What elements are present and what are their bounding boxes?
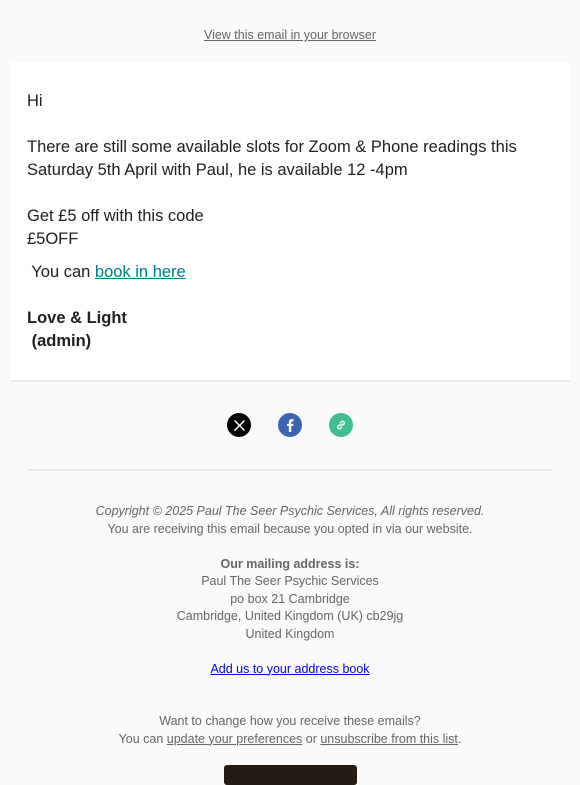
opt-in-reason: You are receiving this email because you… <box>107 521 473 536</box>
or-text: or <box>302 731 321 746</box>
booking-line: You can book in here <box>27 261 553 284</box>
preferences-line: You can update your preferences or unsub… <box>0 731 580 749</box>
address-line: United Kingdom <box>245 626 335 641</box>
discount-code: £5OFF <box>27 230 79 248</box>
address-line: Paul The Seer Psychic Services <box>201 574 379 588</box>
link-icon[interactable] <box>329 413 353 437</box>
unsubscribe-link[interactable]: unsubscribe from this list <box>320 732 458 746</box>
announcement-text: There are still some available slots for… <box>27 138 517 179</box>
signoff-name: (admin) <box>27 332 92 350</box>
mailchimp-badge[interactable] <box>224 765 357 785</box>
address-line: Cambridge, United Kingdom (UK) cb29jg <box>176 609 404 623</box>
footer-divider <box>27 469 553 471</box>
greeting: Hi <box>27 92 43 110</box>
copyright-text: Copyright © 2025 Paul The Seer Psychic S… <box>95 504 485 518</box>
book-in-here-link[interactable]: book in here <box>95 263 186 281</box>
view-in-browser-link[interactable]: View this email in your browser <box>0 28 580 42</box>
period: . <box>457 731 462 746</box>
add-to-address-book-link[interactable]: Add us to your address book <box>210 662 369 676</box>
preferences-prefix: You can <box>118 731 167 746</box>
booking-prefix: You can <box>27 263 95 281</box>
mailing-address-heading: Our mailing address is: <box>220 556 360 571</box>
facebook-icon[interactable] <box>278 413 302 437</box>
social-links <box>0 413 580 437</box>
offer-text: Get £5 off with this code <box>27 207 204 225</box>
email-body-card: Hi There are still some available slots … <box>10 62 570 382</box>
address-line: po box 21 Cambridge <box>230 591 350 606</box>
change-preferences-question: Want to change how you receive these ema… <box>159 714 421 728</box>
footer: Copyright © 2025 Paul The Seer Psychic S… <box>0 503 580 748</box>
update-preferences-link[interactable]: update your preferences <box>167 732 303 746</box>
x-icon[interactable] <box>227 413 251 437</box>
signoff: Love & Light <box>27 309 127 327</box>
